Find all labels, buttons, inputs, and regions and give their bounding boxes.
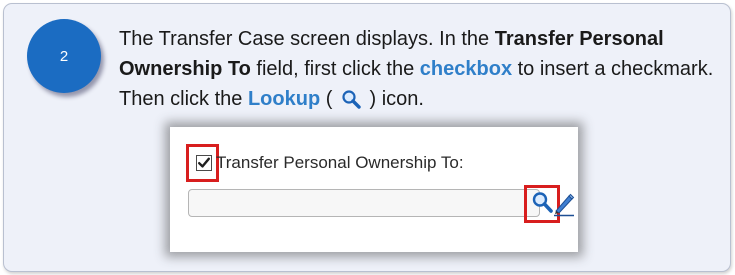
instruction-card: 2 The Transfer Case screen displays. In …	[3, 3, 731, 272]
instruction-part-5: ) icon.	[363, 88, 424, 110]
transfer-ownership-input[interactable]	[188, 189, 540, 217]
checkbox-keyword: checkbox	[419, 58, 513, 80]
instruction-text: The Transfer Case screen displays. In th…	[119, 24, 719, 114]
pencil-icon[interactable]	[552, 191, 576, 217]
instruction-part-1: The Transfer Case screen displays. In th…	[119, 28, 495, 50]
lookup-keyword: Lookup	[247, 88, 321, 110]
checkbox-label: Transfer Personal Ownership To:	[216, 153, 464, 172]
instruction-part-2: field, first click the	[250, 58, 420, 80]
checkbox-callout-box	[186, 144, 219, 182]
step-number-badge: 2	[27, 19, 101, 93]
transfer-ownership-field-panel: Transfer Personal Ownership To:	[170, 127, 578, 252]
step-number: 2	[59, 47, 69, 65]
instruction-part-4: (	[320, 88, 338, 110]
inline-lookup-icon	[340, 88, 362, 109]
embedded-screenshot: Transfer Personal Ownership To:	[170, 127, 578, 252]
